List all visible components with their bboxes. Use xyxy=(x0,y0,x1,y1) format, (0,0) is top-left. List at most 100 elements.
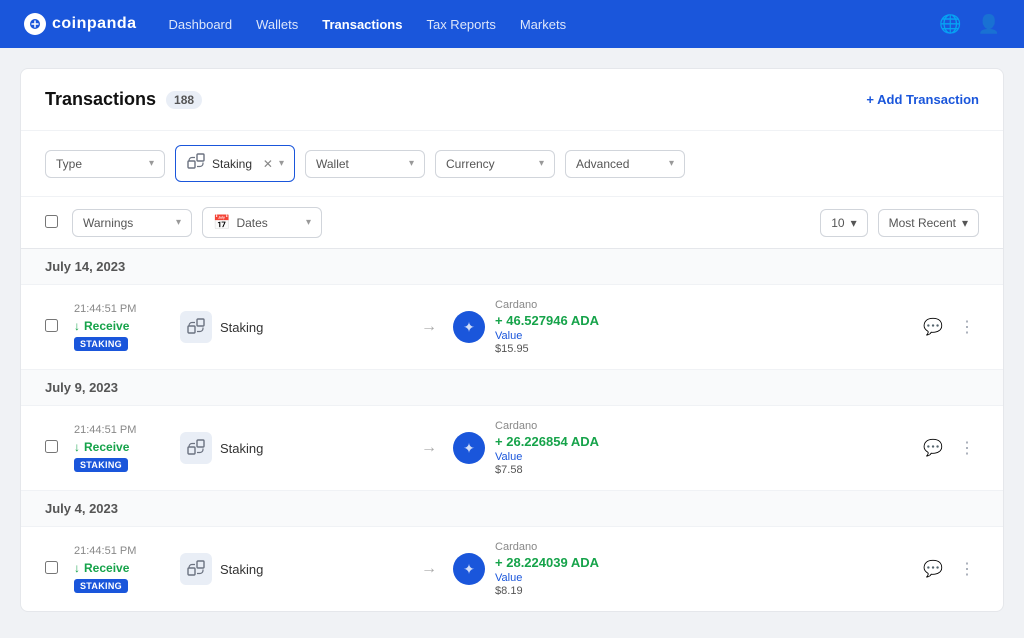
filters-row-2: Warnings ▾ 📅 Dates ▾ 10 ▾ Most Recent ▾ xyxy=(21,197,1003,249)
nav-links: Dashboard Wallets Transactions Tax Repor… xyxy=(169,13,908,36)
tx-coin-3: Cardano + 28.224039 ADA Value $8.19 xyxy=(453,541,903,597)
sort-select[interactable]: Most Recent ▾ xyxy=(878,209,979,237)
warnings-filter[interactable]: Warnings ▾ xyxy=(72,209,192,237)
tx-actions-3: 💬 ⋮ xyxy=(919,555,979,583)
row-checkbox-2[interactable] xyxy=(45,440,58,456)
staking-filter-clear[interactable]: ✕ xyxy=(263,157,273,171)
nav-markets[interactable]: Markets xyxy=(520,13,566,36)
nav-right: 🌐 👤 xyxy=(939,14,1000,35)
tx-type-2: ↓ Receive xyxy=(74,440,164,454)
dates-filter[interactable]: 📅 Dates ▾ xyxy=(202,207,322,238)
currency-filter[interactable]: Currency ▾ xyxy=(435,150,555,178)
navbar: coinpanda Dashboard Wallets Transactions… xyxy=(0,0,1024,48)
tx-type-label-3: Receive xyxy=(84,561,129,575)
tx-badge-2: STAKING xyxy=(74,458,128,472)
tx-source-3: Staking xyxy=(180,553,405,585)
brand-name: coinpanda xyxy=(52,15,137,33)
comment-button-1[interactable]: 💬 xyxy=(919,313,947,341)
advanced-filter[interactable]: Advanced ▾ xyxy=(565,150,685,178)
tx-coin-name-2: Cardano xyxy=(495,420,599,432)
staking-filter[interactable]: Staking ✕ ▾ xyxy=(175,145,295,182)
tx-value-label-2: Value xyxy=(495,451,599,463)
staking-filter-chevron: ▾ xyxy=(279,158,284,169)
tx-usd-2: $7.58 xyxy=(495,464,599,476)
type-filter-chevron: ▾ xyxy=(149,158,154,169)
staking-source-icon-2 xyxy=(180,432,212,464)
user-avatar-icon[interactable]: 👤 xyxy=(978,14,1000,35)
tx-source-label-3: Staking xyxy=(220,562,263,577)
select-all-checkbox-area[interactable] xyxy=(45,215,58,231)
tx-time-type-2: 21:44:51 PM ↓ Receive STAKING xyxy=(74,424,164,472)
nav-dashboard[interactable]: Dashboard xyxy=(169,13,233,36)
tx-type-label-1: Receive xyxy=(84,319,129,333)
date-label-july14: July 14, 2023 xyxy=(45,259,125,274)
per-page-chevron: ▾ xyxy=(851,216,857,230)
tx-amount-1: + 46.527946 ADA xyxy=(495,313,599,328)
warnings-filter-label: Warnings xyxy=(83,216,170,230)
date-label-july4: July 4, 2023 xyxy=(45,501,118,516)
comment-button-2[interactable]: 💬 xyxy=(919,434,947,462)
brand-logo[interactable]: coinpanda xyxy=(24,13,137,35)
tx-amount-2: + 26.226854 ADA xyxy=(495,434,599,449)
type-filter[interactable]: Type ▾ xyxy=(45,150,165,178)
tx-coin-details-1: Cardano + 46.527946 ADA Value $15.95 xyxy=(495,299,599,355)
staking-filter-icon xyxy=(186,152,206,175)
title-area: Transactions 188 xyxy=(45,89,202,110)
dates-chevron: ▾ xyxy=(306,217,311,228)
currency-filter-label: Currency xyxy=(446,157,533,171)
receive-icon-1: ↓ xyxy=(74,319,80,333)
type-filter-label: Type xyxy=(56,157,143,171)
select-all-checkbox[interactable] xyxy=(45,215,58,228)
tx-arrow-2: → xyxy=(421,439,437,457)
table-row: 21:44:51 PM ↓ Receive STAKING Staking xyxy=(21,285,1003,370)
tx-type-3: ↓ Receive xyxy=(74,561,164,575)
tx-usd-3: $8.19 xyxy=(495,585,599,597)
transactions-card: Transactions 188 + Add Transaction Type … xyxy=(20,68,1004,612)
receive-icon-3: ↓ xyxy=(74,561,80,575)
tx-usd-1: $15.95 xyxy=(495,343,599,355)
date-group-july9: July 9, 2023 xyxy=(21,370,1003,406)
tx-source-1: Staking xyxy=(180,311,405,343)
tx-time-type-3: 21:44:51 PM ↓ Receive STAKING xyxy=(74,545,164,593)
staking-source-icon-1 xyxy=(180,311,212,343)
add-transaction-button[interactable]: + Add Transaction xyxy=(866,92,979,107)
tx-arrow-3: → xyxy=(421,560,437,578)
tx-value-label-3: Value xyxy=(495,572,599,584)
wallet-filter-chevron: ▾ xyxy=(409,158,414,169)
date-group-july14: July 14, 2023 xyxy=(21,249,1003,285)
per-page-select[interactable]: 10 ▾ xyxy=(820,209,867,237)
nav-tax-reports[interactable]: Tax Reports xyxy=(426,13,495,36)
tx-coin-1: Cardano + 46.527946 ADA Value $15.95 xyxy=(453,299,903,355)
nav-transactions[interactable]: Transactions xyxy=(322,13,402,36)
row-checkbox-1[interactable] xyxy=(45,319,58,335)
tx-badge-1: STAKING xyxy=(74,337,128,351)
tx-coin-name-3: Cardano xyxy=(495,541,599,553)
wallet-filter[interactable]: Wallet ▾ xyxy=(305,150,425,178)
ada-icon-1 xyxy=(453,311,485,343)
table-row: 21:44:51 PM ↓ Receive STAKING Staking xyxy=(21,406,1003,491)
advanced-filter-label: Advanced xyxy=(576,157,663,171)
nav-wallets[interactable]: Wallets xyxy=(256,13,298,36)
tx-coin-details-2: Cardano + 26.226854 ADA Value $7.58 xyxy=(495,420,599,476)
tx-amount-3: + 28.224039 ADA xyxy=(495,555,599,570)
staking-filter-label: Staking xyxy=(212,157,255,171)
calendar-icon: 📅 xyxy=(213,214,230,231)
tx-arrow-1: → xyxy=(421,318,437,336)
dates-filter-label: Dates xyxy=(236,216,300,230)
more-menu-button-1[interactable]: ⋮ xyxy=(955,313,979,341)
page-title: Transactions xyxy=(45,89,156,110)
more-menu-button-3[interactable]: ⋮ xyxy=(955,555,979,583)
row-checkbox-3[interactable] xyxy=(45,561,58,577)
tx-time-2: 21:44:51 PM xyxy=(74,424,164,436)
page-header: Transactions 188 + Add Transaction xyxy=(21,69,1003,131)
language-icon[interactable]: 🌐 xyxy=(939,14,961,35)
wallet-filter-label: Wallet xyxy=(316,157,403,171)
tx-source-label-2: Staking xyxy=(220,441,263,456)
tx-time-1: 21:44:51 PM xyxy=(74,303,164,315)
staking-source-icon-3 xyxy=(180,553,212,585)
currency-filter-chevron: ▾ xyxy=(539,158,544,169)
comment-button-3[interactable]: 💬 xyxy=(919,555,947,583)
more-menu-button-2[interactable]: ⋮ xyxy=(955,434,979,462)
tx-time-type-1: 21:44:51 PM ↓ Receive STAKING xyxy=(74,303,164,351)
ada-icon-2 xyxy=(453,432,485,464)
